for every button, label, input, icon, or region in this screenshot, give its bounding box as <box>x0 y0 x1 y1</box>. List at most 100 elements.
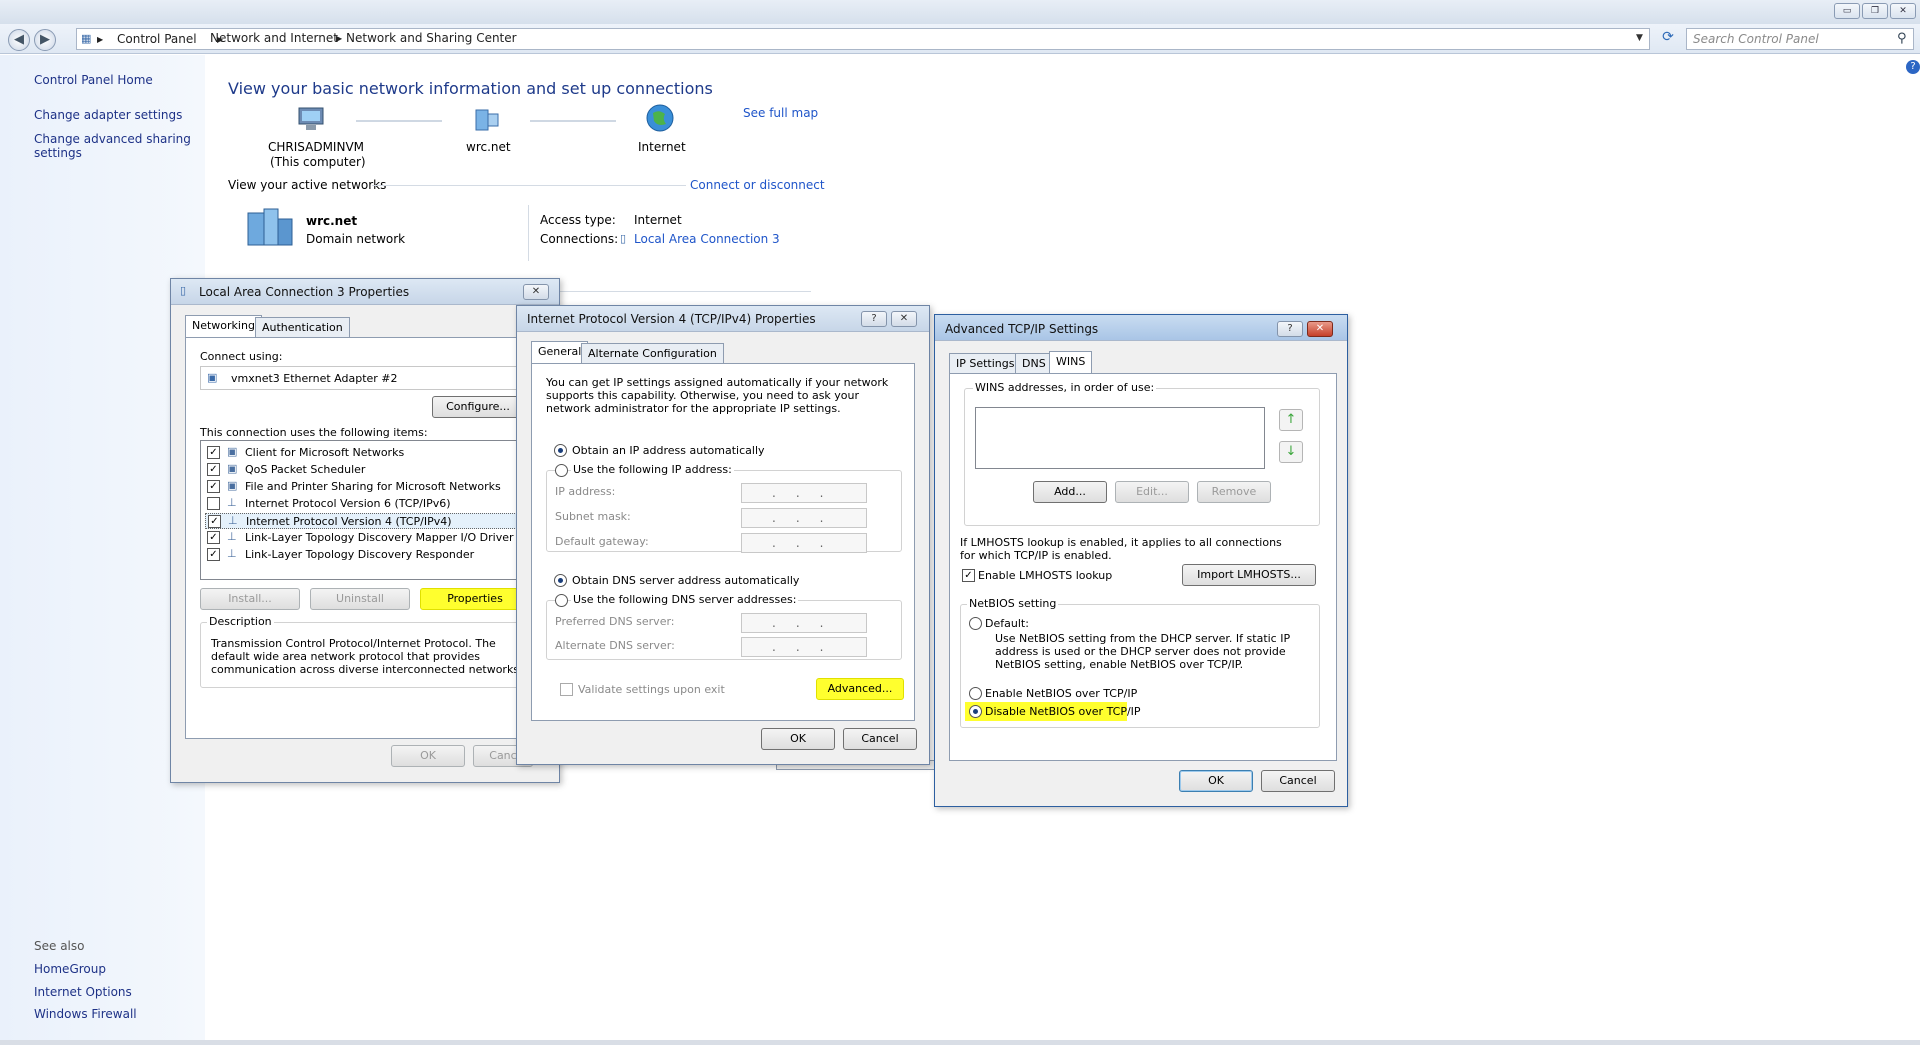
ok-button[interactable]: OK <box>761 728 835 750</box>
list-item[interactable]: ✓ ⊥ Internet Protocol Version 4 (TCP/IPv4) <box>205 513 535 529</box>
tab-alternate-configuration[interactable]: Alternate Configuration <box>581 343 724 363</box>
configure-button[interactable]: Configure... <box>432 396 524 418</box>
item-checkbox[interactable] <box>207 497 220 510</box>
close-icon[interactable]: ✕ <box>523 284 549 300</box>
help-button[interactable]: ? <box>1277 321 1303 337</box>
wins-label: WINS addresses, in order of use: <box>973 381 1157 394</box>
default-gateway-input[interactable]: ... <box>741 533 867 553</box>
item-checkbox[interactable]: ✓ <box>207 446 220 459</box>
help-icon[interactable]: ? <box>1906 60 1920 74</box>
computer-sub: (This computer) <box>270 155 366 169</box>
enable-netbios-radio[interactable] <box>969 687 982 700</box>
tab-dns[interactable]: DNS <box>1015 353 1053 373</box>
help-button[interactable]: ? <box>861 311 887 327</box>
page-title: View your basic network information and … <box>228 79 713 98</box>
use-dns-radio[interactable] <box>555 594 568 607</box>
close-icon[interactable]: ✕ <box>1307 321 1333 337</box>
control-panel-icon: ▦ <box>81 32 92 45</box>
import-lmhosts-button[interactable]: Import LMHOSTS... <box>1182 564 1316 586</box>
see-also-homegroup[interactable]: HomeGroup <box>34 962 106 976</box>
sidebar-link-adapter[interactable]: Change adapter settings <box>34 108 182 122</box>
list-item[interactable]: ✓ ⊥ Link-Layer Topology Discovery Responde… <box>205 547 535 563</box>
netbios-default-radio[interactable] <box>969 617 982 630</box>
access-type-label: Access type: <box>540 213 616 227</box>
see-also-internet-options[interactable]: Internet Options <box>34 985 132 999</box>
move-up-arrow-icon[interactable]: ↑ <box>1279 409 1303 431</box>
preferred-dns-input[interactable]: ... <box>741 613 867 633</box>
validate-checkbox[interactable] <box>560 683 573 696</box>
wins-address-list[interactable] <box>975 407 1265 469</box>
minimize-button[interactable]: ▭ <box>1834 3 1860 19</box>
intro-text: You can get IP settings assigned automat… <box>546 376 889 415</box>
uninstall-button[interactable]: Uninstall <box>310 588 410 610</box>
items-label: This connection uses the following items… <box>200 426 428 439</box>
ip-address-input[interactable]: ... <box>741 483 867 503</box>
use-ip-radio[interactable] <box>555 464 568 477</box>
item-checkbox[interactable]: ✓ <box>207 531 220 544</box>
protocol-icon: ⊥ <box>227 496 237 509</box>
cancel-button[interactable]: Cancel <box>1261 770 1335 792</box>
edit-button[interactable]: Edit... <box>1115 481 1189 503</box>
tab-ip-settings[interactable]: IP Settings <box>949 353 1022 373</box>
connection-link[interactable]: Local Area Connection 3 <box>634 232 780 246</box>
enable-lmhosts-checkbox[interactable]: ✓ <box>962 569 975 582</box>
see-also-heading: See also <box>34 939 85 953</box>
sidebar-home-link[interactable]: Control Panel Home <box>34 73 153 87</box>
item-checkbox[interactable]: ✓ <box>207 463 220 476</box>
list-item[interactable]: ✓ ▣ QoS Packet Scheduler <box>205 462 535 478</box>
lac-properties-dialog: ▯ Local Area Connection 3 Properties ✕ N… <box>170 278 560 783</box>
wins-panel: WINS addresses, in order of use: ↑ ↓ Add… <box>949 373 1337 761</box>
protocol-icon: ⊥ <box>228 514 238 527</box>
obtain-ip-label: Obtain an IP address automatically <box>572 444 765 457</box>
ok-button[interactable]: OK <box>391 745 465 767</box>
subnet-mask-input[interactable]: ... <box>741 508 867 528</box>
netbios-default-desc: Use NetBIOS setting from the DHCP server… <box>995 632 1291 671</box>
list-item[interactable]: ✓ ▣ File and Printer Sharing for Microsoft… <box>205 479 535 495</box>
forward-arrow-icon[interactable]: ▶ <box>34 29 56 51</box>
tab-networking[interactable]: Networking <box>185 315 262 337</box>
tab-wins[interactable]: WINS <box>1049 351 1093 373</box>
refresh-icon[interactable]: ⟳ <box>1656 29 1680 49</box>
map-connector <box>530 120 616 122</box>
breadcrumb-network-internet[interactable]: Network and Internet <box>210 31 338 45</box>
connect-using-label: Connect using: <box>200 350 283 363</box>
alternate-dns-label: Alternate DNS server: <box>555 639 675 652</box>
list-item[interactable]: ⊥ Internet Protocol Version 6 (TCP/IPv6) <box>205 496 535 512</box>
item-checkbox[interactable]: ✓ <box>207 480 220 493</box>
computer-icon <box>296 106 326 132</box>
close-window-button[interactable]: ✕ <box>1890 3 1916 19</box>
add-button[interactable]: Add... <box>1033 481 1107 503</box>
close-icon[interactable]: ✕ <box>891 311 917 327</box>
sidebar-link-advanced-sharing[interactable]: Change advanced sharing settings <box>34 132 194 160</box>
see-also-windows-firewall[interactable]: Windows Firewall <box>34 1007 137 1021</box>
tab-general[interactable]: General <box>531 341 589 363</box>
remove-button[interactable]: Remove <box>1197 481 1271 503</box>
see-full-map-link[interactable]: See full map <box>743 106 818 120</box>
ok-button[interactable]: OK <box>1179 770 1253 792</box>
preferred-dns-label: Preferred DNS server: <box>555 615 675 628</box>
search-icon[interactable]: ⚲ <box>1897 31 1907 46</box>
obtain-dns-label: Obtain DNS server address automatically <box>572 574 800 587</box>
alternate-dns-input[interactable]: ... <box>741 637 867 657</box>
cancel-button[interactable]: Cancel <box>843 728 917 750</box>
install-button[interactable]: Install... <box>200 588 300 610</box>
tab-authentication[interactable]: Authentication <box>255 317 350 337</box>
list-item[interactable]: ✓ ▣ Client for Microsoft Networks <box>205 445 535 461</box>
item-label: QoS Packet Scheduler <box>245 463 366 476</box>
move-down-arrow-icon[interactable]: ↓ <box>1279 441 1303 463</box>
item-label: Internet Protocol Version 4 (TCP/IPv4) <box>246 515 452 528</box>
item-checkbox[interactable]: ✓ <box>207 548 220 561</box>
connect-disconnect-link[interactable]: Connect or disconnect <box>690 178 825 192</box>
item-checkbox[interactable]: ✓ <box>208 515 221 528</box>
obtain-ip-radio[interactable] <box>554 444 567 457</box>
back-arrow-icon[interactable]: ◀ <box>8 29 30 51</box>
address-dropdown-icon[interactable]: ▼ <box>1636 33 1643 43</box>
advanced-button[interactable]: Advanced... <box>816 678 904 700</box>
restore-button[interactable]: ❐ <box>1862 3 1888 19</box>
disable-netbios-radio[interactable] <box>969 705 982 718</box>
obtain-dns-radio[interactable] <box>554 574 567 587</box>
breadcrumb-sharing-center[interactable]: Network and Sharing Center <box>346 31 517 45</box>
search-input[interactable]: Search Control Panel ⚲ <box>1686 28 1914 50</box>
list-item[interactable]: ✓ ⊥ Link-Layer Topology Discovery Mapper I… <box>205 530 535 546</box>
properties-button[interactable]: Properties <box>420 588 530 610</box>
